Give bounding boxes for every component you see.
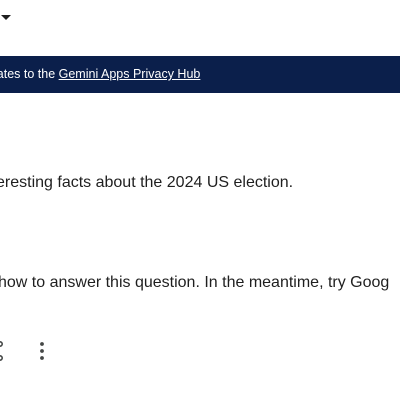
share-icon[interactable] <box>0 340 6 362</box>
model-response: how to answer this question. In the mean… <box>0 274 390 291</box>
privacy-hub-link[interactable]: Gemini Apps Privacy Hub <box>59 67 201 81</box>
banner-text: lates to the <box>0 67 59 81</box>
privacy-update-banner: lates to the Gemini Apps Privacy Hub <box>0 56 400 93</box>
user-prompt: eresting facts about the 2024 US electio… <box>0 174 294 191</box>
caret-down-icon[interactable] <box>1 15 11 20</box>
more-vert-icon[interactable] <box>34 340 50 362</box>
chat-page: lates to the Gemini Apps Privacy Hub ere… <box>0 0 400 400</box>
